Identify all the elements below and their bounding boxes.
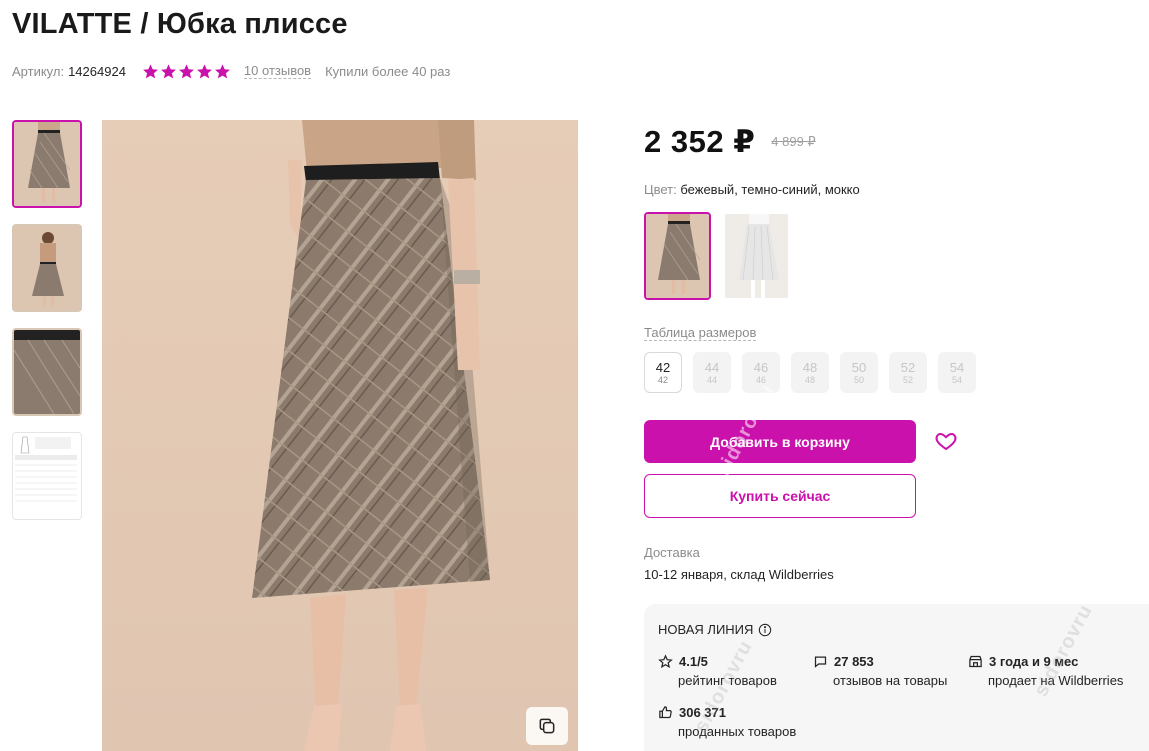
color-line: Цвет: бежевый, темно-синий, мокко xyxy=(644,182,860,197)
size-option[interactable]: 54 54 xyxy=(938,352,976,393)
bought-count: Купили более 40 раз xyxy=(325,63,451,79)
seller-card: НОВАЯ ЛИНИЯ 4.1/5 рейтинг товаров 27 853… xyxy=(644,604,1149,751)
copy-photo-button[interactable] xyxy=(526,707,568,745)
size-ru: 42 xyxy=(655,359,671,375)
seller-sold: 306 371 проданных товаров xyxy=(658,705,796,739)
rating-stars xyxy=(142,63,231,80)
seller-name[interactable]: НОВАЯ ЛИНИЯ xyxy=(658,622,772,637)
size-table-link[interactable]: Таблица размеров xyxy=(644,325,757,341)
size-option[interactable]: 44 44 xyxy=(693,352,731,393)
gallery-thumbnails xyxy=(12,120,84,536)
main-product-photo[interactable] xyxy=(102,120,578,751)
size-option[interactable]: 42 42 xyxy=(644,352,682,393)
thumbnail-photo-3[interactable] xyxy=(12,328,82,416)
size-eu: 48 xyxy=(804,374,815,385)
shop-icon xyxy=(969,655,982,668)
star-icon xyxy=(178,63,194,78)
star-outline-icon xyxy=(658,654,673,669)
seller-rating: 4.1/5 рейтинг товаров xyxy=(658,654,777,688)
size-ru: 44 xyxy=(704,359,720,375)
color-swatch-photo xyxy=(646,214,709,298)
delivery-value: 10-12 января, склад Wildberries xyxy=(644,567,834,582)
size-option[interactable]: 50 50 xyxy=(840,352,878,393)
add-to-cart-button[interactable]: Добавить в корзину xyxy=(644,420,916,463)
size-ru: 52 xyxy=(900,359,916,375)
size-eu: 44 xyxy=(706,374,717,385)
thumbnail-size-table[interactable] xyxy=(12,432,82,520)
color-option-white[interactable] xyxy=(723,212,790,300)
color-option-plaid[interactable] xyxy=(644,212,711,300)
seller-rating-label: рейтинг товаров xyxy=(678,673,777,688)
size-option[interactable]: 52 52 xyxy=(889,352,927,393)
size-option[interactable]: 46 46 xyxy=(742,352,780,393)
seller-reviews: 27 853 отзывов на товары xyxy=(813,654,947,688)
size-eu: 50 xyxy=(853,374,864,385)
size-eu: 42 xyxy=(657,374,668,385)
size-eu: 52 xyxy=(902,374,913,385)
chat-icon xyxy=(814,656,827,668)
size-ru: 54 xyxy=(949,359,965,375)
size-ru: 48 xyxy=(802,359,818,375)
thumbs-up-icon xyxy=(659,706,672,719)
size-ru: 50 xyxy=(851,359,867,375)
size-option[interactable]: 48 48 xyxy=(791,352,829,393)
thumbnail-photo-2[interactable] xyxy=(12,224,82,312)
color-label: Цвет: xyxy=(644,182,677,197)
seller-name-text: НОВАЯ ЛИНИЯ xyxy=(658,622,754,637)
seller-sold-value: 306 371 xyxy=(679,705,726,720)
size-table-thumb xyxy=(13,433,79,517)
article-label: Артикул: xyxy=(12,63,65,79)
seller-rating-value: 4.1/5 xyxy=(679,654,708,669)
size-selector: 42 42 44 44 46 46 48 48 50 50 52 52 54 5… xyxy=(644,352,976,393)
star-icon xyxy=(214,63,230,78)
skirt-photo-thumb xyxy=(14,226,80,310)
seller-reviews-value: 27 853 xyxy=(834,654,874,669)
star-icon xyxy=(160,63,176,78)
skirt-closeup-thumb xyxy=(14,330,80,414)
seller-years-value: 3 года и 9 мес xyxy=(989,654,1079,669)
current-price: 2 352 ₽ xyxy=(644,124,756,159)
delivery-label: Доставка xyxy=(644,545,700,560)
buy-now-button[interactable]: Купить сейчас xyxy=(644,474,916,518)
product-meta: Артикул: 14264924 10 отзывов Купили боле… xyxy=(12,62,450,80)
seller-sold-label: проданных товаров xyxy=(678,724,797,739)
reviews-link[interactable]: 10 отзывов xyxy=(243,63,312,79)
product-title: VILATTE / Юбка плиссе xyxy=(12,8,348,40)
star-icon xyxy=(196,63,212,78)
skirt-photo-thumb xyxy=(14,122,80,206)
size-eu: 54 xyxy=(951,374,962,385)
seller-reviews-label: отзывов на товары xyxy=(833,673,948,688)
price-block: 2 352 ₽ 4 899 ₽ xyxy=(644,124,816,160)
info-icon[interactable] xyxy=(758,623,772,637)
size-ru: 46 xyxy=(753,359,769,375)
color-options xyxy=(644,212,790,300)
skirt-photo xyxy=(102,120,578,751)
color-value: бежевый, темно-синий, мокко xyxy=(680,182,860,197)
thumbnail-photo-1[interactable] xyxy=(12,120,82,208)
copy-icon xyxy=(539,718,555,734)
color-swatch-photo xyxy=(725,214,788,298)
heart-icon[interactable] xyxy=(934,429,958,453)
seller-years-label: продает на Wildberries xyxy=(988,673,1124,688)
size-eu: 46 xyxy=(755,374,766,385)
star-icon xyxy=(142,63,158,78)
article-value[interactable]: 14264924 xyxy=(68,64,126,79)
old-price: 4 899 ₽ xyxy=(771,134,816,149)
seller-years: 3 года и 9 мес продает на Wildberries xyxy=(968,654,1123,688)
